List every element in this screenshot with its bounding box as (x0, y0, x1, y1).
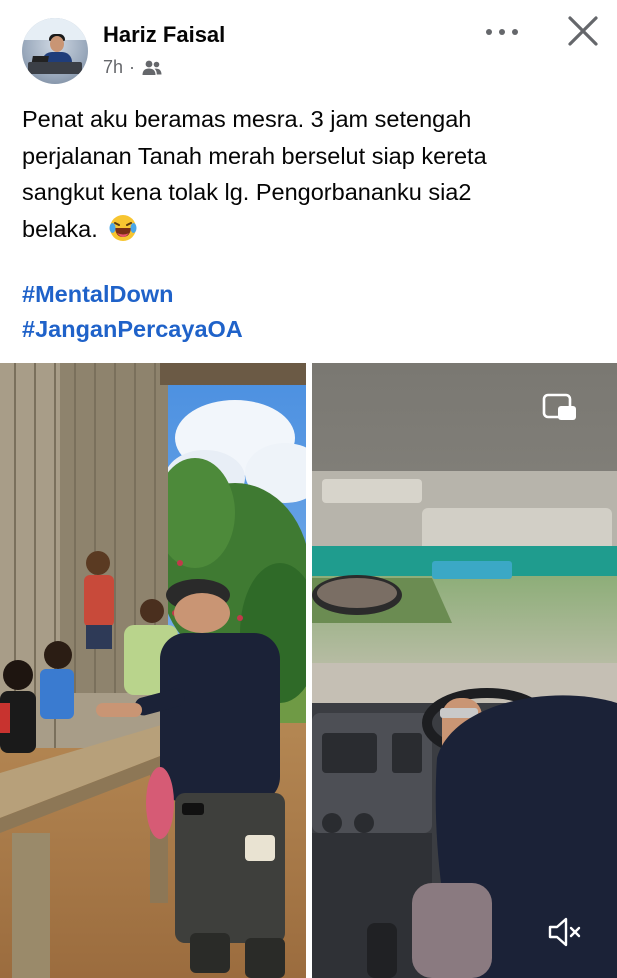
author-avatar[interactable] (22, 18, 88, 84)
post-text-line: belaka. (22, 211, 602, 248)
post-text-line: perjalanan Tanah merah berselut siap ker… (22, 142, 487, 169)
post-text-line: sangkut kena tolak lg. Pengorbananku sia… (22, 179, 472, 205)
post-header: Hariz Faisal 7h · (0, 0, 617, 92)
post-text-line: Penat aku beramas mesra. 3 jam setengah (22, 106, 472, 132)
post-body-text: Penat aku beramas mesra. 3 jam setengah … (22, 101, 602, 247)
post-text-line-end: belaka. (22, 215, 98, 242)
muted-speaker-icon[interactable] (547, 915, 583, 949)
laughing-crying-emoji-icon (108, 213, 138, 243)
post-photo[interactable] (0, 363, 306, 978)
post-media (0, 363, 617, 978)
author-name[interactable]: Hariz Faisal (103, 22, 225, 48)
hashtag-list: #MentalDown #JanganPercayaOA (22, 277, 243, 347)
hashtag-link[interactable]: #MentalDown (22, 277, 243, 312)
picture-in-picture-icon[interactable] (542, 393, 578, 423)
hashtag-link[interactable]: #JanganPercayaOA (22, 312, 243, 347)
friends-icon[interactable] (141, 59, 163, 77)
post-video[interactable] (312, 363, 617, 978)
more-options-icon[interactable] (484, 20, 520, 44)
close-icon[interactable] (564, 12, 602, 50)
meta-separator: · (129, 57, 136, 77)
post-meta: 7h · (103, 57, 163, 78)
post-time[interactable]: 7h (103, 57, 123, 78)
